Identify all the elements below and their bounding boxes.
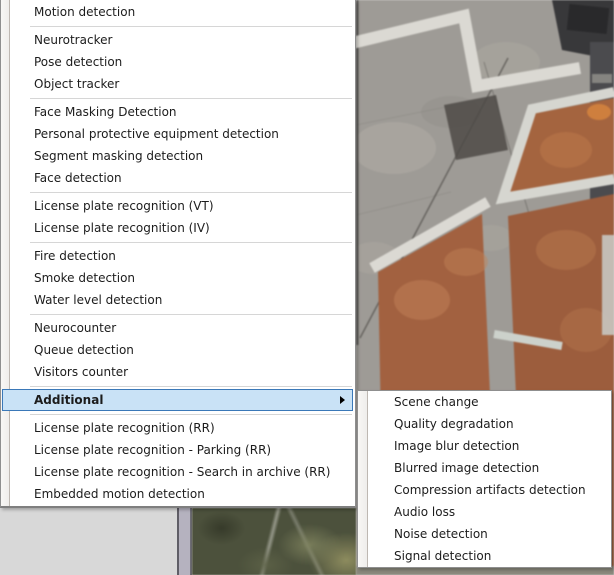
submenu-item-compression-artifacts-detection[interactable]: Compression artifacts detection — [358, 479, 611, 501]
submenu-arrow-icon — [340, 396, 345, 404]
menu-item-neurotracker[interactable]: Neurotracker — [1, 29, 355, 51]
menu-item-face-detection[interactable]: Face detection — [1, 167, 355, 189]
submenu-item-blurred-image-detection[interactable]: Blurred image detection — [358, 457, 611, 479]
menu-item-embedded-motion-detection[interactable]: Embedded motion detection — [1, 483, 355, 505]
menu-item-ppe-detection[interactable]: Personal protective equipment detection — [1, 123, 355, 145]
submenu-item-image-blur-detection[interactable]: Image blur detection — [358, 435, 611, 457]
menu-item-motion-detection[interactable]: Motion detection — [1, 1, 355, 23]
menu-item-object-tracker[interactable]: Object tracker — [1, 73, 355, 95]
menu-item-fire-detection[interactable]: Fire detection — [1, 245, 355, 267]
submenu-item-quality-degradation[interactable]: Quality degradation — [358, 413, 611, 435]
menu-item-lpr-rr[interactable]: License plate recognition (RR) — [1, 417, 355, 439]
vegetation-camera-photo — [192, 508, 356, 575]
menu-item-lpr-parking-rr[interactable]: License plate recognition - Parking (RR) — [1, 439, 355, 461]
menu-item-smoke-detection[interactable]: Smoke detection — [1, 267, 355, 289]
screen: Motion detection Neurotracker Pose detec… — [0, 0, 614, 575]
menu-item-neurocounter[interactable]: Neurocounter — [1, 317, 355, 339]
menu-item-lpr-vt[interactable]: License plate recognition (VT) — [1, 195, 355, 217]
menu-item-face-masking-detection[interactable]: Face Masking Detection — [1, 101, 355, 123]
menu-item-additional[interactable]: Additional — [2, 389, 353, 411]
vertical-scrollbar[interactable] — [177, 508, 192, 575]
left-panel — [0, 508, 177, 575]
menu-item-water-level-detection[interactable]: Water level detection — [1, 289, 355, 311]
menu-item-lpr-search-archive-rr[interactable]: License plate recognition - Search in ar… — [1, 461, 355, 483]
submenu-item-noise-detection[interactable]: Noise detection — [358, 523, 611, 545]
submenu-item-signal-detection[interactable]: Signal detection — [358, 545, 611, 567]
menu-item-queue-detection[interactable]: Queue detection — [1, 339, 355, 361]
detection-tools-context-menu: Motion detection Neurotracker Pose detec… — [0, 0, 356, 508]
submenu-item-audio-loss[interactable]: Audio loss — [358, 501, 611, 523]
menu-item-pose-detection[interactable]: Pose detection — [1, 51, 355, 73]
submenu-item-scene-change[interactable]: Scene change — [358, 391, 611, 413]
additional-submenu: Scene change Quality degradation Image b… — [357, 390, 612, 568]
menu-item-lpr-iv[interactable]: License plate recognition (IV) — [1, 217, 355, 239]
menu-item-segment-masking-detection[interactable]: Segment masking detection — [1, 145, 355, 167]
menu-item-visitors-counter[interactable]: Visitors counter — [1, 361, 355, 383]
menu-item-additional-label: Additional — [34, 393, 104, 407]
